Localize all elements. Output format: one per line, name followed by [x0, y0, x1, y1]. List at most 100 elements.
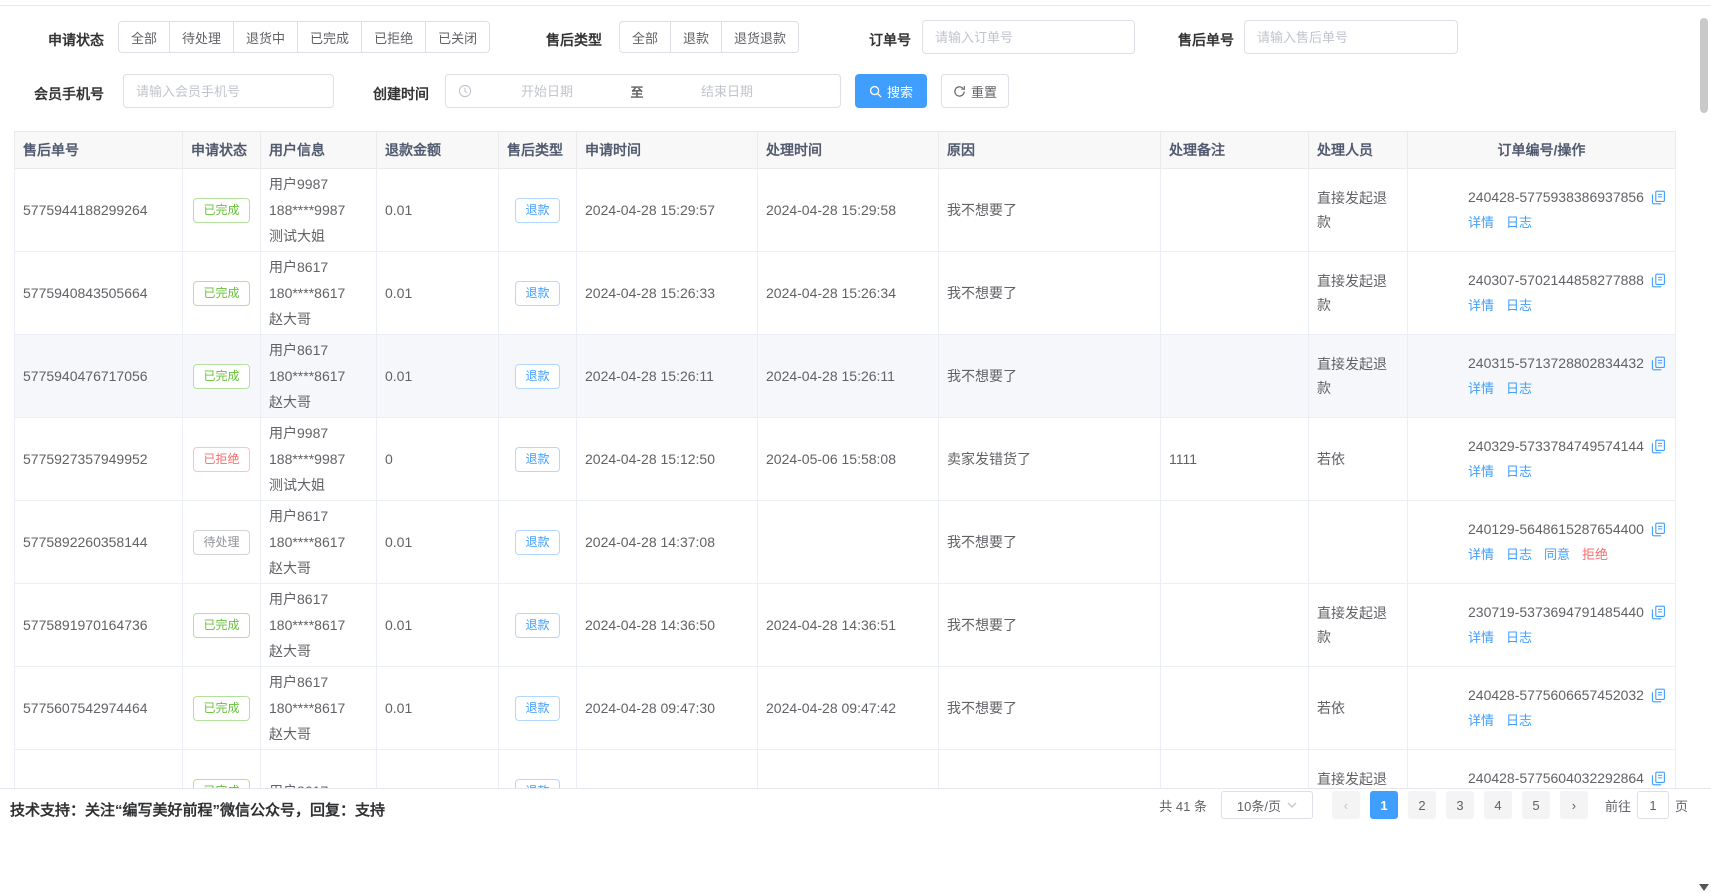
status-filter-group-option[interactable]: 已拒绝 [362, 21, 426, 53]
action-link[interactable]: 日志 [1506, 298, 1532, 313]
order-cell: 240428-5775606657452032详情日志 [1408, 667, 1676, 750]
aftersale-no-cell: 5775927357949952 [15, 418, 183, 501]
user-info-line: 用户8617 [269, 669, 368, 695]
type-cell: 退款 [499, 169, 577, 252]
copy-icon[interactable] [1651, 771, 1666, 786]
apply-time-cell: 2024-04-28 15:12:50 [577, 418, 758, 501]
page-button[interactable]: 3 [1446, 791, 1474, 819]
type-filter-group-option[interactable]: 退款 [671, 21, 722, 53]
status-cell: 待处理 [183, 501, 261, 584]
copy-icon[interactable] [1651, 522, 1666, 537]
action-link[interactable]: 详情 [1468, 630, 1494, 645]
user-info-line: 180****8617 [269, 612, 368, 638]
copy-icon[interactable] [1651, 439, 1666, 454]
goto-page-input[interactable] [1637, 791, 1669, 819]
status-filter-group-option[interactable]: 已完成 [298, 21, 362, 53]
remark-cell [1161, 335, 1309, 418]
aftersale-no-cell: 5775891970164736 [15, 584, 183, 667]
remark-cell: 1111 [1161, 418, 1309, 501]
handler-cell: 若依 [1309, 667, 1408, 750]
table-row: 5775940476717056已完成用户8617180****8617赵大哥0… [15, 335, 1676, 418]
aftersale-no-cell: 5775940476717056 [15, 335, 183, 418]
action-link[interactable]: 详情 [1468, 713, 1494, 728]
user-info-cell: 用户8617180****8617赵大哥 [261, 252, 377, 335]
user-info-line: 用户8617 [269, 586, 368, 612]
type-badge: 退款 [515, 364, 559, 389]
handler-cell: 直接发起退款 [1309, 335, 1408, 418]
action-link[interactable]: 日志 [1506, 547, 1532, 562]
column-header: 用户信息 [261, 132, 377, 169]
copy-icon[interactable] [1651, 273, 1666, 288]
page-button[interactable]: 2 [1408, 791, 1436, 819]
date-separator: 至 [622, 82, 652, 101]
status-badge: 已完成 [193, 198, 249, 223]
action-link[interactable]: 详情 [1468, 547, 1494, 562]
action-link[interactable]: 详情 [1468, 464, 1494, 479]
prev-page-button[interactable]: ‹ [1332, 791, 1360, 819]
end-date-input[interactable] [652, 84, 802, 99]
page-size-select[interactable]: 10条/页 [1221, 791, 1313, 819]
action-link[interactable]: 日志 [1506, 215, 1532, 230]
remark-cell [1161, 252, 1309, 335]
action-link[interactable]: 详情 [1468, 215, 1494, 230]
order-no-input[interactable] [922, 20, 1135, 54]
user-info-line: 180****8617 [269, 280, 368, 306]
status-filter-group-option[interactable]: 待处理 [170, 21, 234, 53]
status-filter-group-option[interactable]: 已关闭 [426, 21, 490, 53]
order-cell: 240307-5702144858277888详情日志 [1408, 252, 1676, 335]
remark-cell [1161, 169, 1309, 252]
member-phone-label: 会员手机号 [34, 84, 104, 104]
type-badge: 退款 [515, 198, 559, 223]
reason-cell: 我不想要了 [939, 335, 1161, 418]
type-badge: 退款 [515, 281, 559, 306]
scrollbar-thumb[interactable] [1700, 18, 1708, 113]
type-filter-group-option[interactable]: 全部 [619, 21, 671, 53]
next-page-button[interactable]: › [1560, 791, 1588, 819]
copy-icon[interactable] [1651, 190, 1666, 205]
page-button[interactable]: 5 [1522, 791, 1550, 819]
total-count: 共 41 条 [1159, 796, 1207, 815]
order-cell: 240129-5648615287654400详情日志同意拒绝 [1408, 501, 1676, 584]
action-link[interactable]: 日志 [1506, 381, 1532, 396]
user-info-line: 赵大哥 [269, 721, 368, 747]
copy-icon[interactable] [1651, 688, 1666, 703]
copy-icon[interactable] [1651, 605, 1666, 620]
date-range-picker[interactable]: 至 [445, 74, 841, 108]
action-link[interactable]: 日志 [1506, 630, 1532, 645]
order-cell: 230719-5373694791485440 详情日志 [1408, 584, 1676, 667]
action-link[interactable]: 详情 [1468, 381, 1494, 396]
aftersale-no-input[interactable] [1244, 20, 1458, 54]
action-link[interactable]: 拒绝 [1582, 547, 1608, 562]
scrollbar-down-arrow[interactable] [1699, 884, 1709, 891]
status-filter-group-option[interactable]: 全部 [118, 21, 170, 53]
reason-cell: 我不想要了 [939, 667, 1161, 750]
copy-icon[interactable] [1651, 356, 1666, 371]
status-filter-group-option[interactable]: 退货中 [234, 21, 298, 53]
order-number: 230719-5373694791485440 [1468, 604, 1644, 620]
user-info-line: 用户9987 [269, 420, 368, 446]
user-info-cell: 用户9987188****9987测试大姐 [261, 169, 377, 252]
type-badge: 退款 [515, 530, 559, 555]
type-filter-group-option[interactable]: 退货退款 [722, 21, 799, 53]
user-info-cell: 用户8617180****8617赵大哥 [261, 335, 377, 418]
action-link[interactable]: 同意 [1544, 547, 1570, 562]
user-info-cell: 用户8617180****8617赵大哥 [261, 501, 377, 584]
member-phone-input[interactable] [123, 74, 334, 108]
bottom-bar: 技术支持：关注“编写美好前程”微信公众号，回复：支持 共 41 条 10条/页 … [0, 788, 1711, 893]
action-link[interactable]: 日志 [1506, 713, 1532, 728]
user-info-line: 180****8617 [269, 529, 368, 555]
reason-cell: 我不想要了 [939, 252, 1161, 335]
chevron-right-icon: › [1572, 798, 1576, 813]
refund-amount-cell: 0.01 [377, 169, 499, 252]
page-button[interactable]: 4 [1484, 791, 1512, 819]
remark-cell [1161, 501, 1309, 584]
action-link[interactable]: 详情 [1468, 298, 1494, 313]
page-buttons: 12345 [1365, 791, 1555, 819]
type-filter-group: 全部退款退货退款 [619, 21, 799, 53]
search-button[interactable]: 搜索 [855, 74, 927, 108]
action-link[interactable]: 日志 [1506, 464, 1532, 479]
user-info-line: 赵大哥 [269, 389, 368, 415]
start-date-input[interactable] [472, 84, 622, 99]
reset-button[interactable]: 重置 [941, 74, 1009, 108]
page-button[interactable]: 1 [1370, 791, 1398, 819]
